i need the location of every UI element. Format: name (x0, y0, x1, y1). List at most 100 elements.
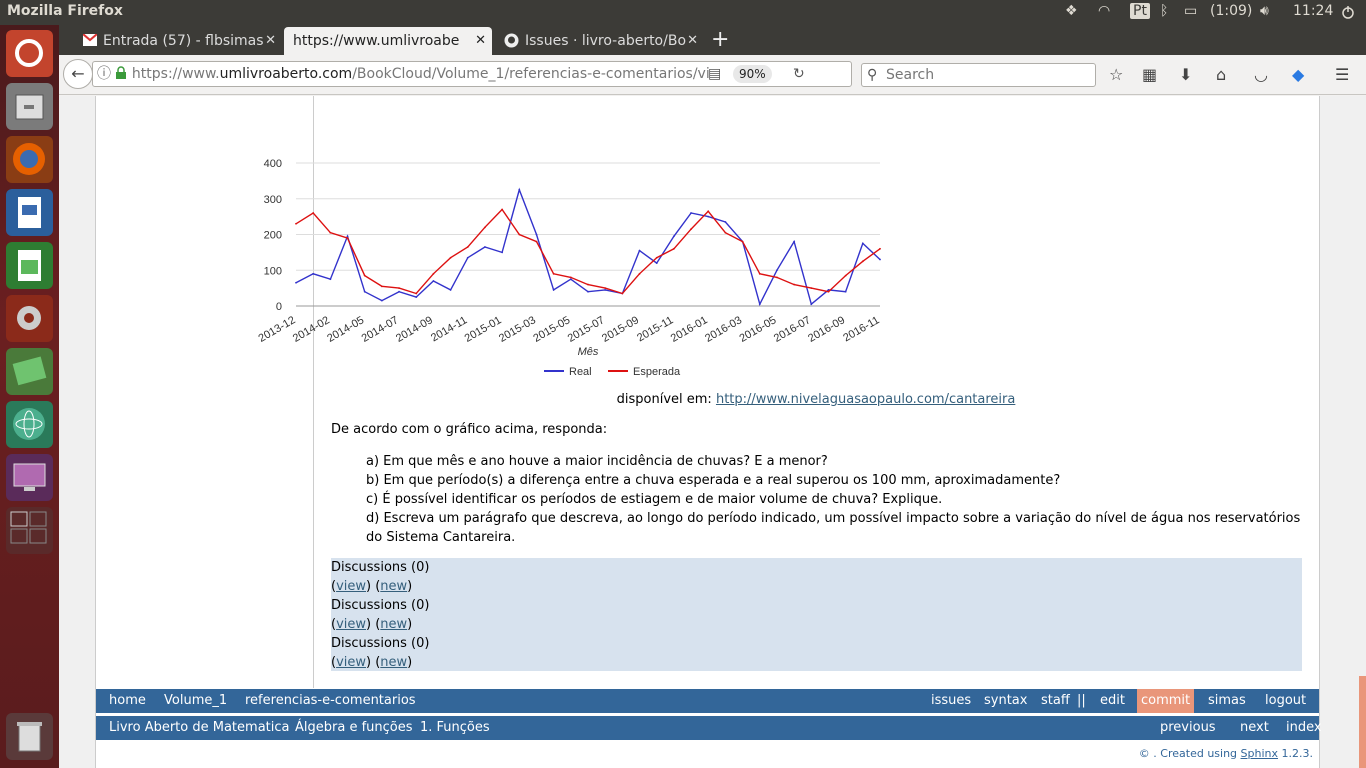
volume-icon[interactable]: 🔊︎ (1260, 3, 1269, 19)
new-link[interactable]: new (380, 617, 407, 632)
data-point-real (690, 212, 692, 214)
downloads-icon[interactable]: ⬇ (1179, 65, 1192, 84)
cantareira-link[interactable]: http://www.nivelaguasaopaulo.com/cantare… (716, 392, 1015, 407)
x-tick-label: 2016-07 (772, 314, 813, 345)
data-point-esperada (484, 226, 486, 229)
commit-link[interactable]: commit (1137, 689, 1195, 713)
calc-icon[interactable] (6, 242, 53, 289)
power-icon[interactable] (1341, 5, 1355, 19)
extension-icon[interactable]: ◆ (1292, 65, 1304, 84)
tab-umlivroaberto[interactable]: https://www.umlivroabe ✕ (284, 27, 492, 55)
instruction-text: De acordo com o gráfico acima, responda: (331, 422, 608, 437)
data-point-esperada (501, 208, 504, 211)
workspace-switcher-icon[interactable] (6, 507, 53, 554)
battery-time[interactable]: (1:09) (1210, 3, 1252, 19)
search-input[interactable]: ⚲ Search (861, 63, 1096, 87)
data-point-real (879, 258, 881, 261)
wifi-icon[interactable]: ◠ (1098, 3, 1110, 19)
system-top-bar: Mozilla Firefox ❖ ◠ Pt ᛒ ▭ (1:09) 🔊︎ 11:… (0, 0, 1366, 25)
data-point-esperada (879, 247, 881, 250)
zoom-level[interactable]: 90% (733, 65, 772, 83)
settings-icon[interactable] (6, 295, 53, 342)
previous-link[interactable]: previous (1160, 716, 1216, 740)
data-point-real (380, 299, 383, 302)
staff-link[interactable]: staff (1041, 689, 1070, 713)
book-link[interactable]: Livro Aberto de Matematica (109, 716, 289, 740)
bluetooth-icon[interactable]: ᛒ (1160, 3, 1168, 19)
sphinx-link[interactable]: Sphinx (1241, 747, 1278, 760)
pocket-icon[interactable]: ◡ (1254, 65, 1268, 84)
reading-list-icon[interactable]: ▦ (1142, 65, 1157, 84)
user-link[interactable]: simas (1208, 689, 1246, 713)
page-link[interactable]: referencias-e-comentarios (245, 689, 416, 713)
url-host: umlivroaberto.com (219, 66, 353, 82)
next-link[interactable]: next (1240, 716, 1269, 740)
x-tick-label: 2016-05 (737, 314, 778, 345)
close-tab-icon[interactable]: ✕ (265, 33, 276, 48)
data-point-esperada (672, 247, 675, 250)
url-bar[interactable]: ⓘ https://www.umlivroaberto.com/BookClou… (92, 61, 852, 87)
x-tick-label: 2016-09 (806, 314, 847, 345)
data-point-real (861, 242, 864, 245)
view-link[interactable]: view (336, 579, 366, 594)
data-point-esperada (638, 272, 641, 275)
writer-icon[interactable] (6, 189, 53, 236)
back-button[interactable]: ← (63, 59, 93, 89)
edit-link[interactable]: edit (1100, 689, 1125, 713)
volume-link[interactable]: Volume_1 (164, 689, 227, 713)
reader-view-icon[interactable]: ▤ (708, 62, 721, 86)
info-icon[interactable]: ⓘ (97, 62, 111, 86)
data-point-esperada (466, 246, 469, 248)
kdenlive-icon[interactable] (6, 348, 53, 395)
home-icon[interactable]: ⌂ (1216, 65, 1226, 84)
x-tick-label: 2013-12 (257, 314, 298, 345)
close-tab-icon[interactable]: ✕ (475, 33, 486, 48)
x-tick-label: 2014-02 (291, 314, 332, 345)
view-link[interactable]: view (336, 617, 366, 632)
issues-link[interactable]: issues (931, 689, 971, 713)
keyboard-layout-indicator[interactable]: Pt (1130, 3, 1150, 19)
tab-label: Entrada (57) - flbsimas (103, 33, 264, 49)
data-point-real (535, 233, 538, 236)
reload-icon[interactable]: ↻ (793, 62, 805, 86)
data-point-esperada (329, 231, 332, 234)
screen-icon[interactable] (6, 454, 53, 501)
syntax-link[interactable]: syntax (984, 689, 1027, 713)
tab-github-issues[interactable]: Issues · livro-aberto/Bo ✕ (499, 27, 704, 55)
data-point-esperada (363, 274, 366, 277)
bookmark-star-icon[interactable]: ☆ (1109, 65, 1123, 84)
atom-icon[interactable] (6, 401, 53, 448)
close-tab-icon[interactable]: ✕ (687, 33, 698, 48)
chapter-link[interactable]: Álgebra e funções (295, 716, 413, 740)
caption-prefix: disponível em: (616, 392, 716, 407)
new-link[interactable]: new (380, 655, 407, 670)
view-link[interactable]: view (336, 655, 366, 670)
x-axis-label: Mês (578, 346, 599, 358)
url-path: /BookCloud/Volume_1/referencias-e-coment… (352, 66, 710, 82)
y-tick-label: 300 (264, 194, 282, 206)
document-page: 0 100 200 300 400 2013-12 2014-02 2014-05 2014-0… (95, 96, 1322, 768)
clock[interactable]: 11:24 (1293, 3, 1333, 19)
data-point-esperada (707, 210, 710, 213)
ubuntu-dash-icon[interactable] (6, 30, 53, 77)
files-icon[interactable] (6, 83, 53, 130)
data-point-real (810, 303, 813, 306)
data-point-esperada (604, 287, 607, 290)
logout-link[interactable]: logout (1265, 689, 1306, 713)
menu-icon[interactable]: ☰ (1335, 65, 1349, 84)
data-point-esperada (569, 276, 572, 279)
new-link[interactable]: new (380, 579, 407, 594)
top-relbar: home Volume_1 referencias-e-comentarios … (96, 689, 1319, 713)
trash-icon[interactable] (6, 713, 53, 760)
firefox-icon[interactable] (6, 136, 53, 183)
battery-icon[interactable]: ▭ (1184, 3, 1197, 19)
question-b: b) Em que período(s) a diferença entre a… (366, 473, 1061, 488)
tab-label: Issues · livro-aberto/Bo (525, 33, 687, 49)
index-link[interactable]: index (1286, 716, 1322, 740)
discussions-title: Discussions (0) (331, 636, 430, 651)
home-link[interactable]: home (109, 689, 146, 713)
tab-gmail[interactable]: Entrada (57) - flbsimas ✕ (77, 27, 282, 55)
section-link[interactable]: 1. Funções (420, 716, 490, 740)
new-tab-button[interactable]: + (711, 27, 729, 52)
dropbox-icon[interactable]: ❖ (1065, 3, 1078, 19)
